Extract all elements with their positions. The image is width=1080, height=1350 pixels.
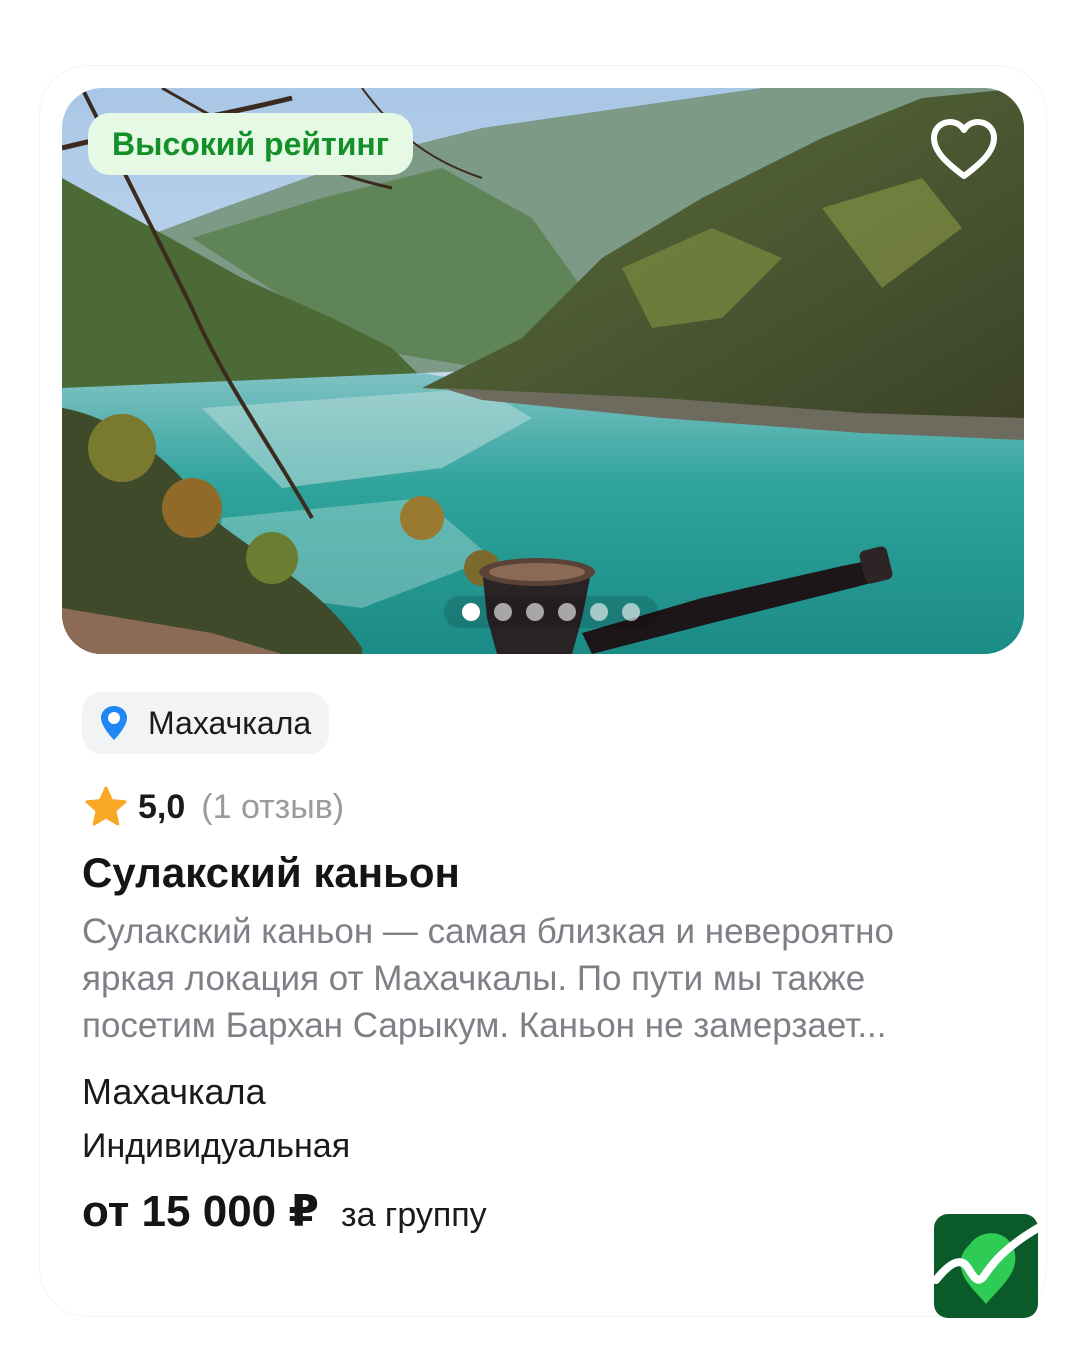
gallery-pagination[interactable] bbox=[444, 596, 658, 628]
description-line: Сулакский каньон — самая близкая и невер… bbox=[82, 912, 894, 951]
gallery-dot[interactable] bbox=[558, 603, 576, 621]
location-chip[interactable]: Махачкала bbox=[82, 692, 330, 754]
tour-city: Махачкала bbox=[82, 1071, 266, 1112]
tour-price: от 15 000 ₽ bbox=[82, 1187, 319, 1236]
map-pin-icon bbox=[101, 706, 127, 740]
gallery-dot[interactable] bbox=[622, 603, 640, 621]
tour-description: Сулакский каньон — самая близкая и невер… bbox=[82, 908, 1012, 1049]
app-logo-icon bbox=[932, 1214, 1042, 1318]
gallery-dot[interactable] bbox=[590, 603, 608, 621]
rating-value: 5,0 bbox=[138, 787, 186, 826]
app-logo bbox=[932, 1214, 1042, 1318]
favorite-button[interactable] bbox=[928, 118, 1000, 184]
tour-title[interactable]: Сулакский каньон bbox=[82, 848, 460, 898]
high-rating-badge: Высокий рейтинг bbox=[88, 113, 414, 175]
rating-row: 5,0 (1 отзыв) bbox=[84, 784, 344, 830]
heart-outline-icon bbox=[931, 119, 997, 179]
price-unit: за группу bbox=[340, 1196, 487, 1234]
gallery-dot[interactable] bbox=[494, 603, 512, 621]
gallery-dot[interactable] bbox=[462, 603, 480, 621]
reviews-count[interactable]: (1 отзыв) bbox=[201, 788, 344, 827]
gallery-dot[interactable] bbox=[526, 603, 544, 621]
description-line: яркая локация от Махачкалы. По пути мы т… bbox=[82, 959, 866, 998]
description-line: посетим Бархан Сарыкум. Каньон не замерз… bbox=[82, 1006, 887, 1045]
price-row: от 15 000 ₽ за группу bbox=[82, 1186, 487, 1242]
star-icon bbox=[85, 786, 127, 826]
location-chip-label: Махачкала bbox=[148, 704, 312, 741]
tour-format: Индивидуальная bbox=[82, 1127, 351, 1165]
